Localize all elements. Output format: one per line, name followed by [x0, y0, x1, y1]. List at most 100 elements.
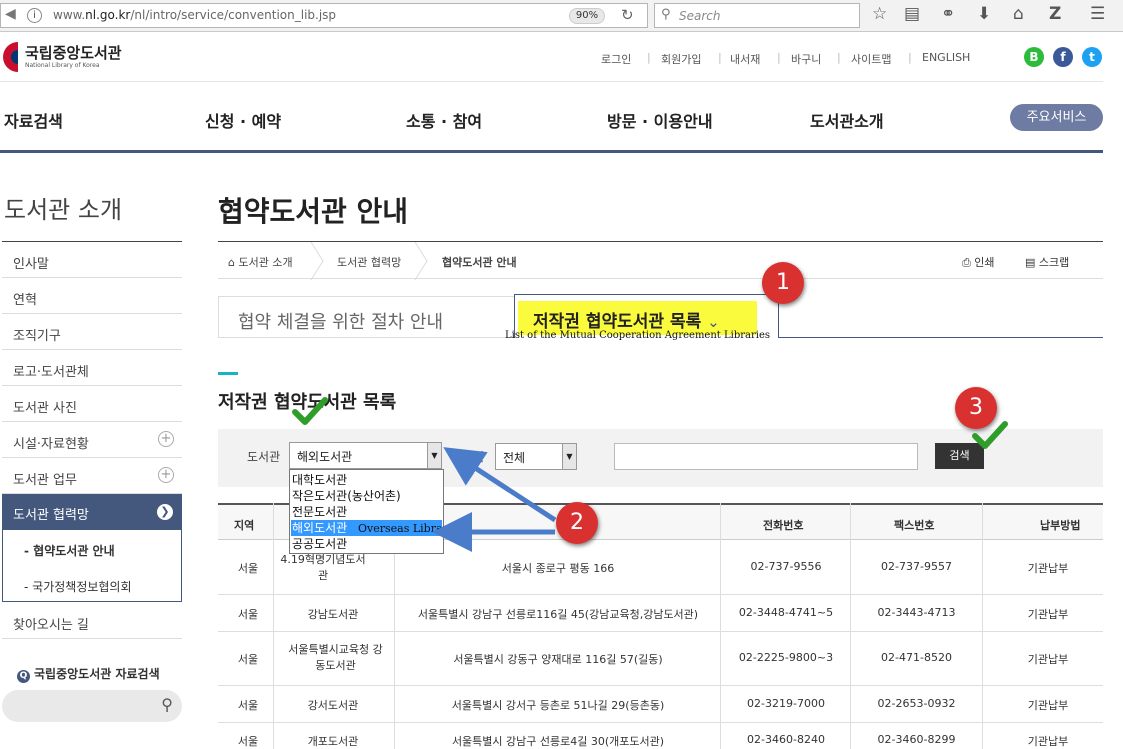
twitter-icon[interactable]: t — [1082, 47, 1102, 67]
util-divider: | — [718, 51, 722, 64]
dropdown-option[interactable]: 공공도서관 — [291, 536, 442, 552]
dropdown-arrow-icon[interactable]: ▼ — [562, 444, 576, 469]
chevron-down-icon: ⌄ — [707, 313, 720, 331]
chevron-right-icon: ❯ — [157, 504, 173, 520]
sidebar-search-input[interactable]: ⚲ — [2, 690, 182, 722]
url-text: www.nl.go.kr/nl/intro/service/convention… — [53, 8, 337, 22]
reload-icon[interactable]: ↻ — [621, 6, 634, 24]
cell-name[interactable]: 개포도서관 — [278, 733, 388, 749]
cell-payment: 기관납부 — [1027, 699, 1069, 712]
cell-phone: 02-737-9556 — [750, 560, 822, 573]
sidebar-item-work[interactable]: 도서관 업무 + — [2, 458, 182, 494]
sidebar-sub-label: 국가정책정보협의회 — [32, 580, 132, 594]
site-logo[interactable]: 국립중앙도서관 — [25, 42, 122, 63]
cell-name[interactable]: 서울특별시교육청 강동도서관 — [288, 642, 383, 674]
gnb-search[interactable]: 자료검색 — [4, 108, 63, 132]
pocket-icon[interactable]: ⚭ — [941, 4, 955, 24]
region-select[interactable]: 전체 ▼ — [495, 443, 577, 470]
breadcrumb-cooperation[interactable]: 도서관 협력망 — [337, 254, 401, 270]
select-value: 전체 — [503, 451, 526, 465]
page-title: 협약도서관 안내 — [218, 195, 409, 228]
sidebar-item-logo[interactable]: 로고·도서관체 — [2, 350, 182, 386]
select-value: 해외도서관 — [297, 450, 353, 464]
dropdown-option[interactable]: 대학도서관 — [291, 472, 442, 488]
cell-region: 서울 — [237, 653, 259, 666]
gnb-about[interactable]: 도서관소개 — [810, 108, 884, 132]
breadcrumb-current: 협약도서관 안내 — [442, 256, 517, 269]
column-header-payment: 납부방법 — [1040, 519, 1081, 532]
scrap-button[interactable]: ▤ 스크랩 — [1025, 254, 1069, 270]
cell-region: 서울 — [237, 562, 259, 575]
sidebar-item-cooperation[interactable]: 도서관 협력망 ❯ — [2, 494, 182, 530]
sidebar-sub-convention[interactable]: - 협약도서관 안내 — [24, 542, 115, 559]
cell-payment: 기관납부 — [1027, 608, 1069, 621]
facebook-icon[interactable]: f — [1053, 47, 1073, 67]
english-link[interactable]: ENGLISH — [922, 51, 970, 64]
tab-library-list-label[interactable]: 저작권 협약도서관 목록 ⌄ — [533, 307, 720, 332]
checkmark-icon — [292, 397, 328, 425]
sidebar-item-label: 연혁 — [13, 293, 37, 308]
cell-address: 서울특별시 강남구 선릉로116길 45(강남교육청,강남도서관) — [417, 608, 699, 621]
cell-fax: 02-2653-0932 — [877, 697, 956, 710]
cell-phone: 02-3460-8240 — [747, 733, 825, 746]
gnb-community[interactable]: 소통 · 참여 — [406, 108, 482, 132]
table-row: 서울 강남도서관 서울특별시 강남구 선릉로116길 45(강남교육청,강남도서… — [218, 595, 1103, 632]
bookmark-star-icon[interactable]: ☆ — [872, 4, 887, 24]
sidebar-sub-policy[interactable]: - 국가정책정보협의회 — [24, 578, 132, 595]
dropdown-option[interactable]: 전문도서관 — [291, 504, 442, 520]
cell-fax: 02-3460-8299 — [877, 733, 956, 746]
search-icon[interactable]: ⚲ — [161, 695, 173, 714]
sidebar-item-directions[interactable]: 찾아오시는 길 — [2, 603, 182, 639]
cell-name[interactable]: 강남도서관 — [278, 606, 388, 622]
gnb-apply[interactable]: 신청 · 예약 — [205, 108, 281, 132]
library-type-dropdown-list[interactable]: 대학도서관 작은도서관(농산어촌) 전문도서관 해외도서관 공공도서관 — [289, 469, 444, 554]
reading-list-icon[interactable]: ▤ — [904, 4, 920, 24]
browser-search-input[interactable]: ⚲ Search — [654, 3, 860, 28]
dropdown-arrow-icon[interactable]: ▼ — [427, 443, 441, 468]
sidebar-item-organization[interactable]: 조직기구 — [2, 314, 182, 350]
cell-region: 서울 — [237, 608, 259, 621]
expand-plus-icon[interactable]: + — [158, 467, 174, 483]
checkmark-icon — [972, 421, 1008, 449]
basket-link[interactable]: 바구니 — [791, 51, 821, 67]
home-icon[interactable]: ⌂ — [1013, 4, 1024, 24]
logo-emblem-icon[interactable] — [0, 40, 18, 74]
sidebar-item-label: 시설·자료현황 — [13, 437, 89, 452]
zotero-icon[interactable]: Z — [1049, 4, 1061, 24]
cell-name[interactable]: 4.19혁명기념도서관 — [278, 552, 368, 584]
search-icon: ⚲ — [661, 7, 671, 22]
sitemap-link[interactable]: 사이트맵 — [851, 51, 891, 67]
print-button[interactable]: ⎙ 인쇄 — [962, 254, 995, 270]
sidebar-item-label: 조직기구 — [13, 329, 61, 344]
sidebar-sub-label: 협약도서관 안내 — [33, 544, 115, 558]
address-bar[interactable]: ◀ i www.nl.go.kr/nl/intro/service/conven… — [0, 3, 648, 28]
dropdown-option[interactable]: 작은도서관(농산어촌) — [291, 488, 442, 504]
keyword-input[interactable] — [614, 443, 918, 470]
cell-name[interactable]: 강서도서관 — [278, 697, 388, 713]
main-services-button[interactable]: 주요서비스 — [1010, 104, 1103, 131]
cell-region: 서울 — [237, 699, 259, 712]
sidebar-item-history[interactable]: 연혁 — [2, 278, 182, 314]
sidebar-item-greeting[interactable]: 인사말 — [2, 242, 182, 278]
library-type-select[interactable]: 해외도서관 ▼ — [289, 442, 442, 469]
expand-plus-icon[interactable]: + — [158, 431, 174, 447]
breadcrumb-home[interactable]: ⌂ 도서관 소개 — [228, 254, 293, 270]
print-label: 인쇄 — [974, 256, 995, 269]
gnb-visit[interactable]: 방문 · 이용안내 — [607, 108, 713, 132]
blog-icon[interactable]: B — [1024, 47, 1044, 67]
column-header-region: 지역 — [234, 519, 255, 532]
back-icon[interactable]: ◀ — [5, 6, 16, 22]
sidebar-item-facilities[interactable]: 시설·자료현황 + — [2, 422, 182, 458]
signup-link[interactable]: 회원가입 — [661, 51, 701, 67]
tab-procedure[interactable]: 협약 체결을 위한 절차 안내 — [218, 296, 515, 338]
login-link[interactable]: 로그인 — [601, 51, 631, 67]
menu-icon[interactable]: ☰ — [1090, 4, 1105, 24]
my-library-link[interactable]: 내서재 — [730, 51, 760, 67]
breadcrumb: ⌂ 도서관 소개 도서관 협력망 협약도서관 안내 ⎙ 인쇄 ▤ 스크랩 — [218, 241, 1103, 280]
sidebar-title: 도서관 소개 — [4, 196, 123, 224]
zoom-indicator[interactable]: 90% — [569, 8, 605, 24]
sidebar-item-photos[interactable]: 도서관 사진 — [2, 386, 182, 422]
breadcrumb-chevron-icon — [310, 242, 324, 280]
download-icon[interactable]: ⬇ — [977, 4, 991, 24]
info-icon[interactable]: i — [27, 8, 42, 23]
